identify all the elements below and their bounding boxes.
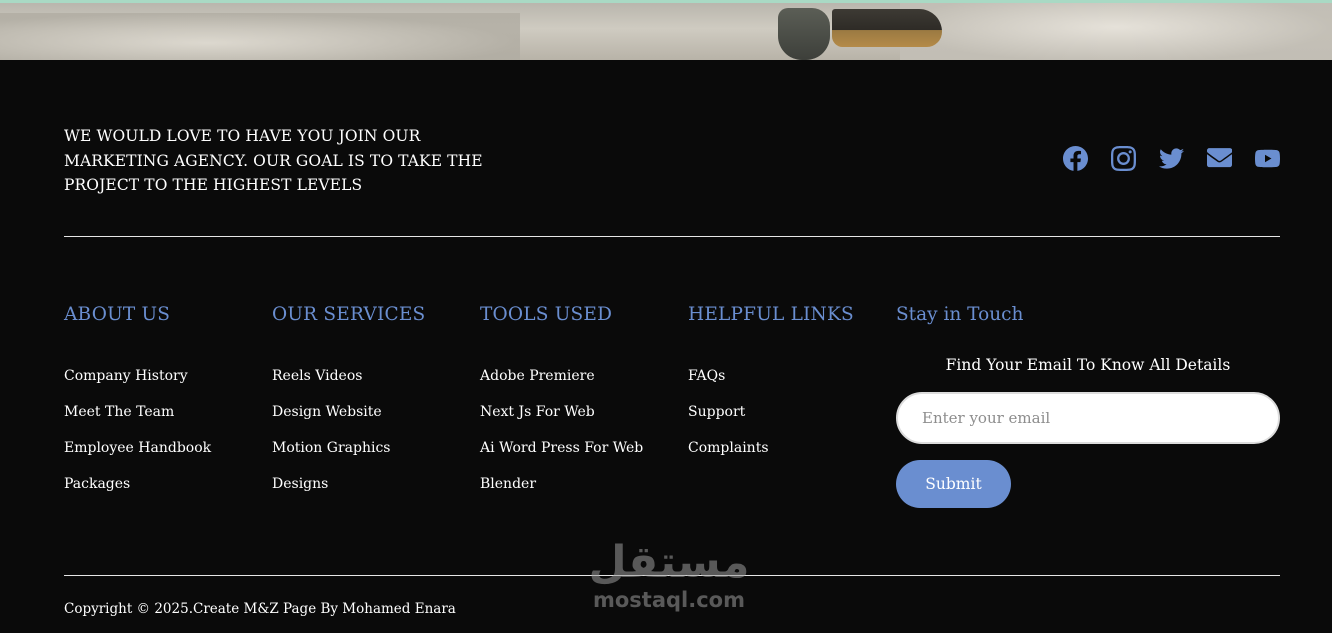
footer-link[interactable]: Ai Word Press For Web: [480, 430, 643, 466]
helpful-links-column: HELPFUL LINKS FAQs Support Complaints: [688, 304, 854, 466]
footer-link[interactable]: Blender: [480, 466, 643, 502]
footer-link[interactable]: Design Website: [272, 394, 425, 430]
instagram-icon[interactable]: [1110, 145, 1136, 171]
stay-in-touch-heading: Stay in Touch: [896, 304, 1024, 325]
footer-link[interactable]: Motion Graphics: [272, 430, 425, 466]
sand-texture: [900, 3, 1332, 60]
link-list: Reels Videos Design Website Motion Graph…: [272, 358, 425, 502]
youtube-icon[interactable]: [1254, 145, 1280, 171]
footer-link[interactable]: Support: [688, 394, 854, 430]
link-list: Company History Meet The Team Employee H…: [64, 358, 211, 502]
link-list: Adobe Premiere Next Js For Web Ai Word P…: [480, 358, 643, 502]
hero-image-bottom: [0, 0, 1332, 60]
footer-link[interactable]: FAQs: [688, 358, 854, 394]
about-us-column: ABOUT US Company History Meet The Team E…: [64, 304, 211, 502]
footer-link[interactable]: Meet The Team: [64, 394, 211, 430]
footer-link[interactable]: Packages: [64, 466, 211, 502]
mostaql-watermark: مستقل mostaql.com: [584, 537, 754, 613]
footer-link[interactable]: Complaints: [688, 430, 854, 466]
footer-divider: [64, 236, 1280, 237]
sand-texture: [0, 13, 520, 60]
footer-link[interactable]: Employee Handbook: [64, 430, 211, 466]
boot-image: [832, 9, 942, 47]
copyright-text: Copyright © 2025.Create M&Z Page By Moha…: [64, 601, 456, 617]
stay-in-touch-section: Stay in Touch Find Your Email To Know Al…: [896, 304, 1280, 508]
watermark-latin: mostaql.com: [593, 588, 745, 612]
site-footer: WE WOULD LOVE TO HAVE YOU JOIN OUR MARKE…: [0, 60, 1332, 633]
our-services-column: OUR SERVICES Reels Videos Design Website…: [272, 304, 425, 502]
email-input[interactable]: [896, 392, 1280, 444]
boot-image: [778, 8, 830, 60]
footer-link[interactable]: Adobe Premiere: [480, 358, 643, 394]
submit-button[interactable]: Submit: [896, 460, 1011, 508]
column-heading: ABOUT US: [64, 304, 171, 325]
footer-link[interactable]: Designs: [272, 466, 425, 502]
column-heading: TOOLS USED: [480, 304, 613, 325]
facebook-icon[interactable]: [1062, 145, 1088, 171]
envelope-icon[interactable]: [1206, 145, 1232, 171]
twitter-icon[interactable]: [1158, 145, 1184, 171]
footer-divider: [64, 575, 1280, 576]
column-heading: OUR SERVICES: [272, 304, 426, 325]
newsletter-subtitle: Find Your Email To Know All Details: [945, 356, 1231, 374]
watermark-arabic: مستقل: [588, 537, 750, 588]
social-links: [1062, 145, 1280, 171]
footer-link[interactable]: Reels Videos: [272, 358, 425, 394]
link-list: FAQs Support Complaints: [688, 358, 854, 466]
tools-used-column: TOOLS USED Adobe Premiere Next Js For We…: [480, 304, 643, 502]
footer-link[interactable]: Next Js For Web: [480, 394, 643, 430]
column-heading: HELPFUL LINKS: [688, 304, 854, 325]
footer-tagline: WE WOULD LOVE TO HAVE YOU JOIN OUR MARKE…: [64, 127, 483, 194]
footer-link[interactable]: Company History: [64, 358, 211, 394]
